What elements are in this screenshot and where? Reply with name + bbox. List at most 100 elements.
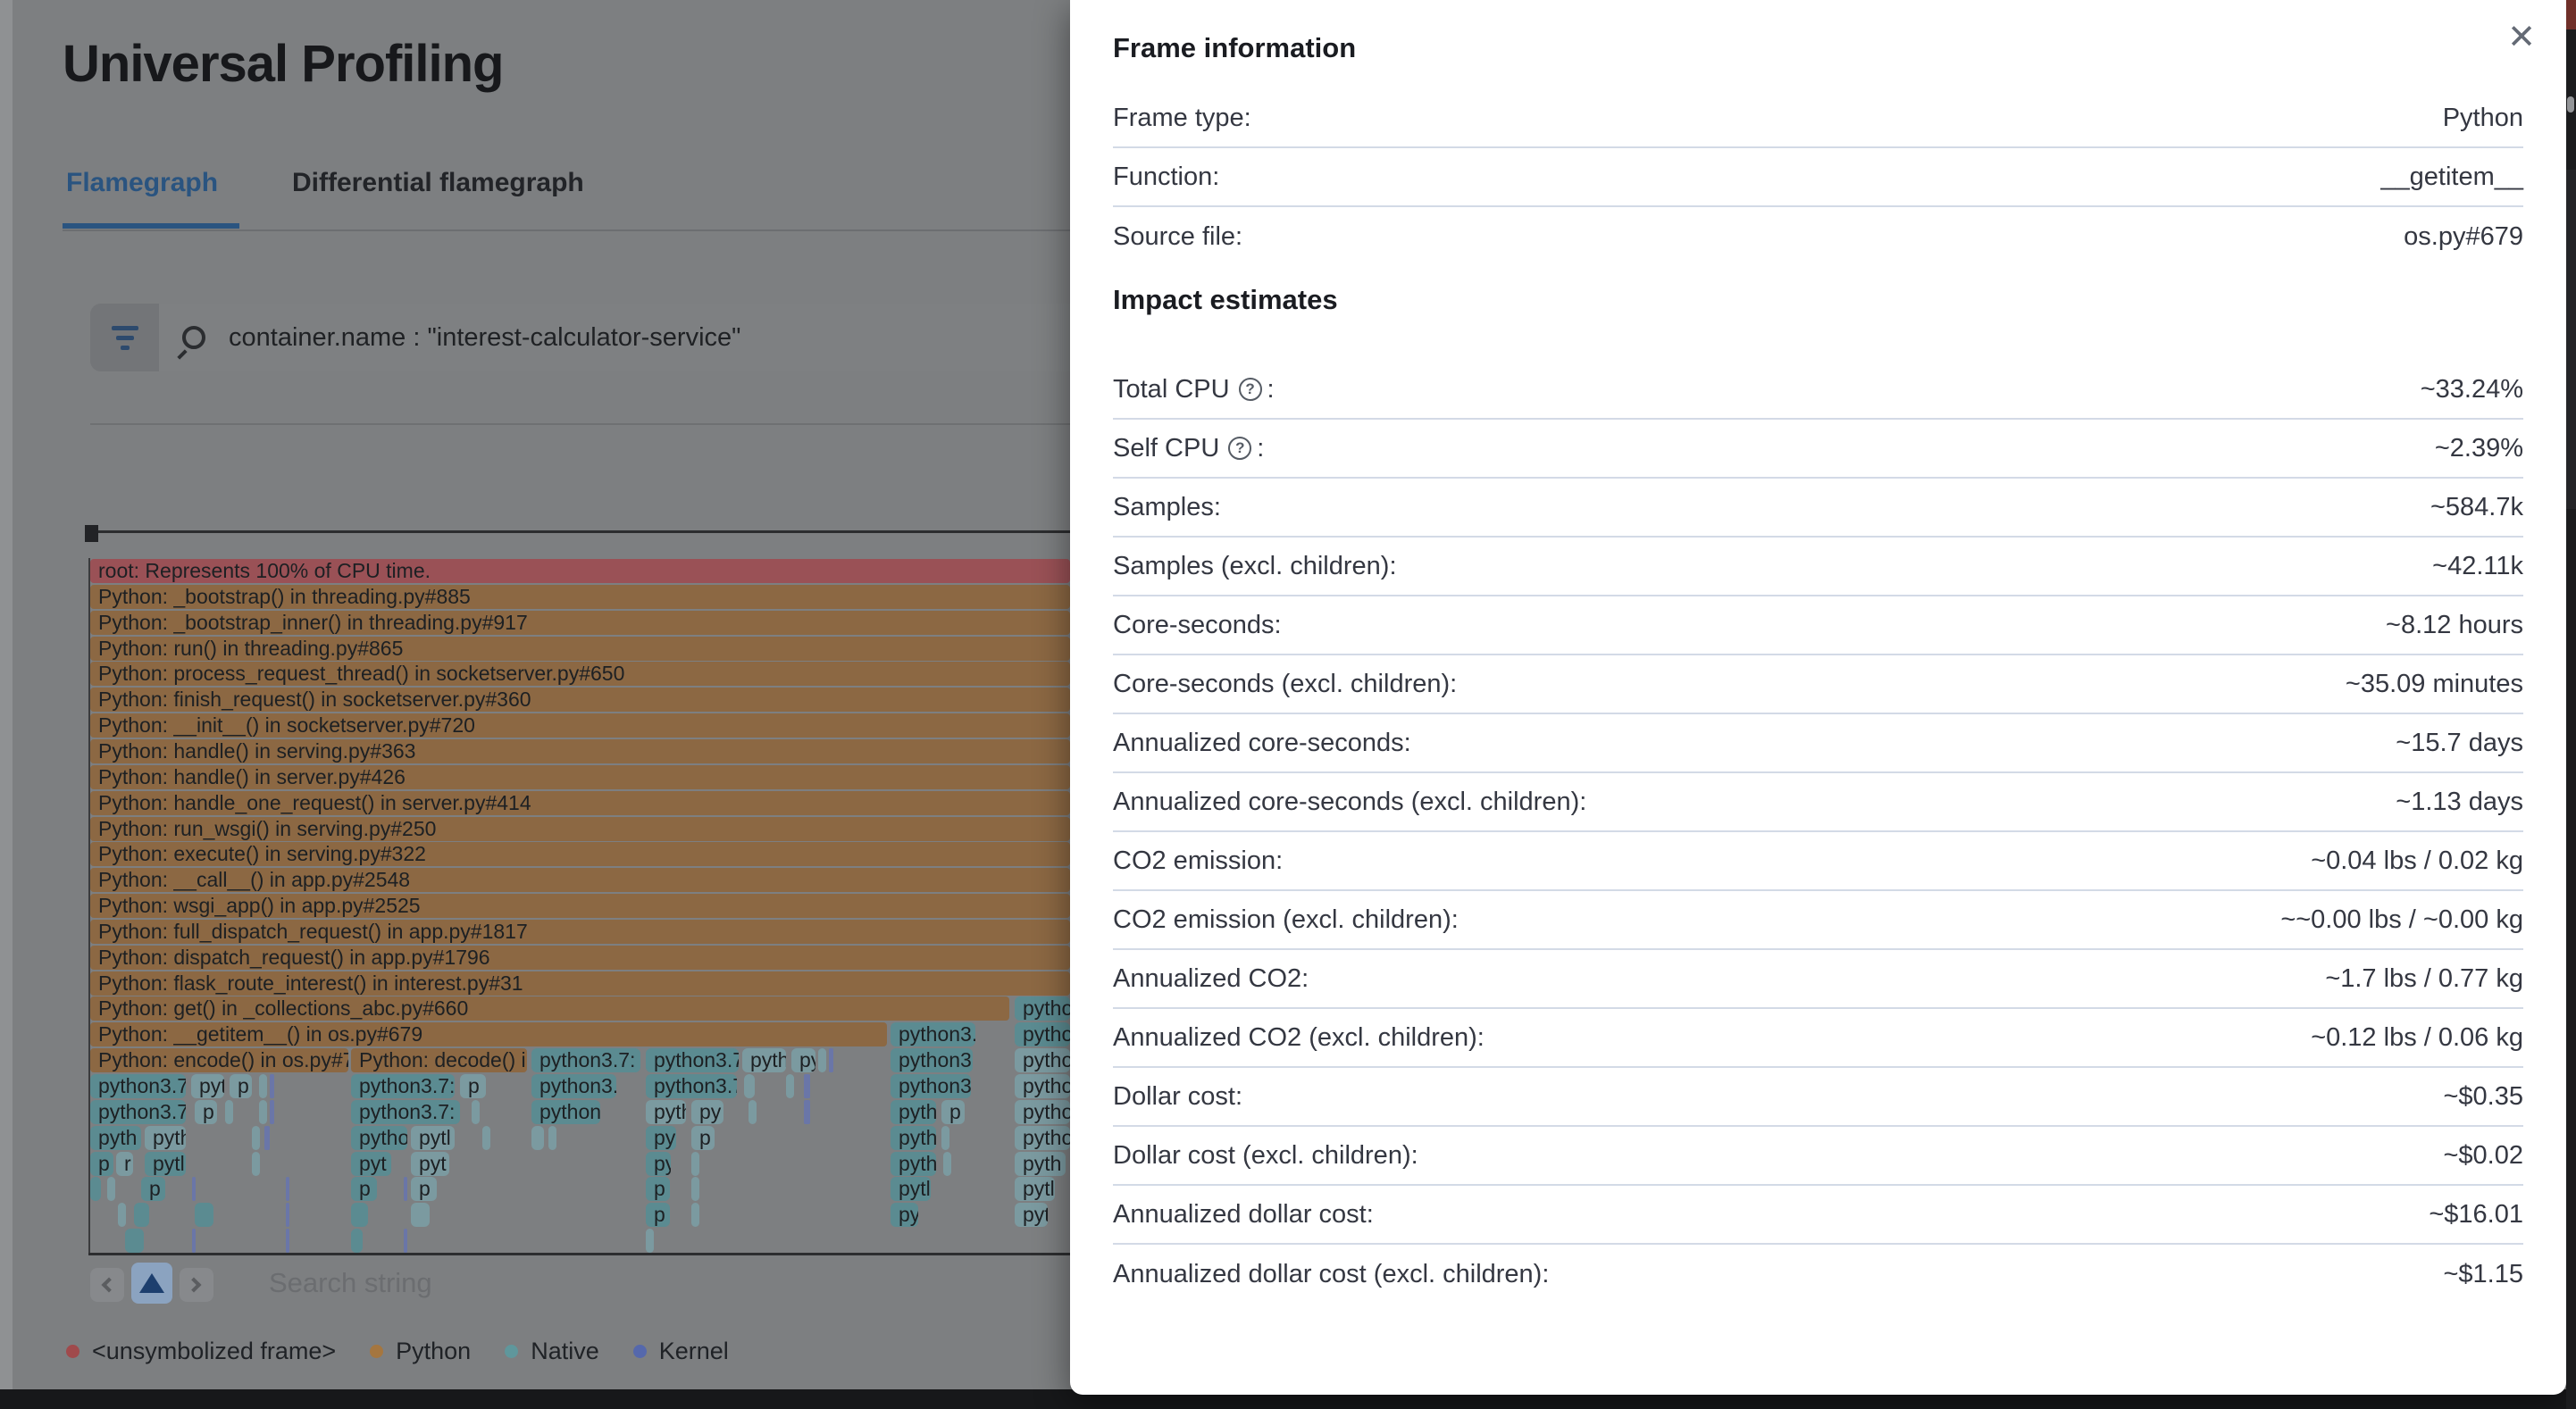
previous-match-button[interactable] bbox=[90, 1268, 124, 1302]
flame-frame[interactable] bbox=[125, 1229, 144, 1253]
flame-frame[interactable] bbox=[744, 1074, 755, 1098]
flame-frame[interactable]: Python: full_dispatch_request() in app.p… bbox=[90, 920, 1070, 944]
flame-frame[interactable] bbox=[548, 1126, 556, 1150]
flame-frame[interactable]: Python: handle() in serving.py#363 bbox=[90, 739, 1070, 763]
flame-frame[interactable] bbox=[259, 1074, 267, 1098]
jump-to-match-button[interactable] bbox=[131, 1263, 172, 1304]
flame-frame[interactable] bbox=[270, 1074, 274, 1098]
flame-frame[interactable]: pyt bbox=[191, 1074, 224, 1098]
flame-frame[interactable]: Python: _bootstrap_inner() in threading.… bbox=[90, 611, 1070, 635]
flame-frame[interactable] bbox=[351, 1229, 363, 1253]
flame-frame[interactable]: pyt bbox=[1015, 1203, 1048, 1227]
flame-frame[interactable]: python3.7: c bbox=[531, 1048, 640, 1072]
flame-frame[interactable] bbox=[351, 1203, 368, 1227]
flame-frame[interactable]: pyt bbox=[351, 1152, 391, 1176]
flame-frame[interactable] bbox=[804, 1100, 810, 1124]
flame-frame[interactable]: Python: _bootstrap() in threading.py#885 bbox=[90, 585, 1070, 609]
flame-frame[interactable]: pytho bbox=[891, 1152, 936, 1176]
flame-frame[interactable] bbox=[472, 1100, 480, 1124]
flame-frame[interactable]: py bbox=[791, 1048, 815, 1072]
flame-frame[interactable] bbox=[941, 1126, 949, 1150]
flame-frame[interactable]: pytl bbox=[145, 1152, 186, 1176]
flame-frame[interactable] bbox=[829, 1048, 833, 1072]
right-scrollbar-thumb[interactable] bbox=[2567, 96, 2574, 113]
flame-frame[interactable]: pyth bbox=[646, 1100, 686, 1124]
flame-frame[interactable]: python bbox=[1015, 1074, 1070, 1098]
flame-frame[interactable]: python3.7 bbox=[646, 1048, 739, 1072]
flame-frame[interactable] bbox=[404, 1177, 407, 1201]
flame-frame[interactable]: python3. bbox=[531, 1074, 616, 1098]
search-string-input[interactable]: Search string bbox=[269, 1267, 432, 1299]
flame-frame[interactable]: py bbox=[891, 1203, 918, 1227]
flame-frame[interactable]: p bbox=[646, 1203, 670, 1227]
flame-frame[interactable]: p bbox=[646, 1177, 670, 1201]
flame-frame[interactable] bbox=[646, 1229, 654, 1253]
flame-frame[interactable]: Python: process_request_thread() in sock… bbox=[90, 662, 1070, 686]
flame-frame[interactable] bbox=[286, 1203, 289, 1227]
flame-frame[interactable]: pytho bbox=[351, 1126, 407, 1150]
flame-frame[interactable] bbox=[107, 1177, 115, 1201]
flame-frame[interactable] bbox=[259, 1100, 267, 1124]
flame-frame[interactable]: Python: handle_one_request() in server.p… bbox=[90, 791, 1070, 815]
flame-frame[interactable] bbox=[531, 1126, 544, 1150]
flame-frame[interactable] bbox=[786, 1074, 794, 1098]
flame-frame[interactable]: Python: finish_request() in socketserver… bbox=[90, 688, 1070, 712]
flame-frame[interactable]: pytho bbox=[1015, 1126, 1070, 1150]
flame-frame[interactable]: p bbox=[90, 1152, 113, 1176]
flame-frame[interactable]: python bbox=[1015, 1048, 1070, 1072]
flame-frame[interactable]: python3.7: _ bbox=[351, 1074, 455, 1098]
flame-frame[interactable]: py bbox=[646, 1152, 671, 1176]
legend-item[interactable]: <unsymbolized frame> bbox=[66, 1338, 336, 1365]
next-match-button[interactable] bbox=[180, 1268, 213, 1302]
flame-frame[interactable] bbox=[270, 1100, 274, 1124]
flame-frame[interactable] bbox=[252, 1126, 260, 1150]
flame-frame[interactable]: pyt bbox=[411, 1152, 449, 1176]
flame-frame[interactable] bbox=[252, 1152, 260, 1176]
flame-frame[interactable] bbox=[691, 1152, 699, 1176]
flame-frame[interactable] bbox=[264, 1126, 270, 1150]
legend-item[interactable]: Native bbox=[505, 1338, 599, 1365]
help-icon[interactable]: ? bbox=[1228, 437, 1251, 460]
flame-frame[interactable] bbox=[691, 1203, 699, 1227]
flame-frame[interactable]: py bbox=[646, 1126, 676, 1150]
flame-frame[interactable]: pyth bbox=[1015, 1152, 1066, 1176]
close-icon[interactable]: ✕ bbox=[2502, 18, 2541, 57]
flame-frame[interactable]: python3.7: b bbox=[351, 1100, 460, 1124]
flame-frame[interactable] bbox=[943, 1152, 951, 1176]
flame-frame[interactable]: python3.7 bbox=[646, 1074, 737, 1098]
flame-frame[interactable]: p bbox=[941, 1100, 965, 1124]
flame-frame[interactable]: pytl bbox=[891, 1177, 931, 1201]
flame-frame[interactable]: pyth bbox=[145, 1126, 186, 1150]
flame-frame[interactable] bbox=[90, 1177, 101, 1201]
flame-frame[interactable]: Python: __call__() in app.py#2548 bbox=[90, 868, 1070, 892]
flame-frame[interactable]: Python: handle() in server.py#426 bbox=[90, 765, 1070, 789]
flame-frame[interactable] bbox=[804, 1074, 810, 1098]
flame-frame[interactable]: python bbox=[1015, 1022, 1070, 1046]
flamegraph-chart[interactable]: root: Represents 100% of CPU time.Python… bbox=[0, 0, 1070, 1409]
help-icon[interactable]: ? bbox=[1239, 378, 1262, 401]
legend-item[interactable]: Kernel bbox=[633, 1338, 729, 1365]
flame-frame[interactable]: python3 bbox=[891, 1048, 973, 1072]
flame-frame[interactable]: p bbox=[460, 1074, 486, 1098]
browser-scrollbar[interactable] bbox=[0, 0, 13, 1389]
flame-frame[interactable]: p bbox=[691, 1126, 715, 1150]
flame-frame[interactable]: Python: decode() in bbox=[351, 1048, 527, 1072]
flame-frame[interactable]: python3.7: bbox=[90, 1100, 186, 1124]
flame-frame[interactable]: python bbox=[531, 1100, 600, 1124]
flame-frame[interactable] bbox=[134, 1203, 149, 1227]
flame-frame[interactable]: python3 bbox=[891, 1074, 971, 1098]
flame-frame[interactable]: Python: flask_route_interest() in intere… bbox=[90, 971, 1070, 996]
flame-frame[interactable]: pyth bbox=[90, 1126, 141, 1150]
legend-item[interactable]: Python bbox=[370, 1338, 471, 1365]
flame-frame[interactable] bbox=[286, 1177, 289, 1201]
flame-frame[interactable]: p bbox=[230, 1074, 252, 1098]
flame-frame[interactable] bbox=[818, 1048, 826, 1072]
flame-frame[interactable]: Python: __init__() in socketserver.py#72… bbox=[90, 713, 1070, 738]
flame-frame[interactable] bbox=[749, 1100, 757, 1124]
flame-frame[interactable]: python bbox=[1015, 1100, 1070, 1124]
flame-frame[interactable]: Python: execute() in serving.py#322 bbox=[90, 842, 1070, 866]
flame-frame[interactable]: Python: encode() in os.py#75 bbox=[90, 1048, 348, 1072]
flame-frame[interactable]: py bbox=[691, 1100, 723, 1124]
flame-frame[interactable] bbox=[192, 1229, 196, 1253]
flame-frame[interactable]: pytho bbox=[891, 1126, 936, 1150]
